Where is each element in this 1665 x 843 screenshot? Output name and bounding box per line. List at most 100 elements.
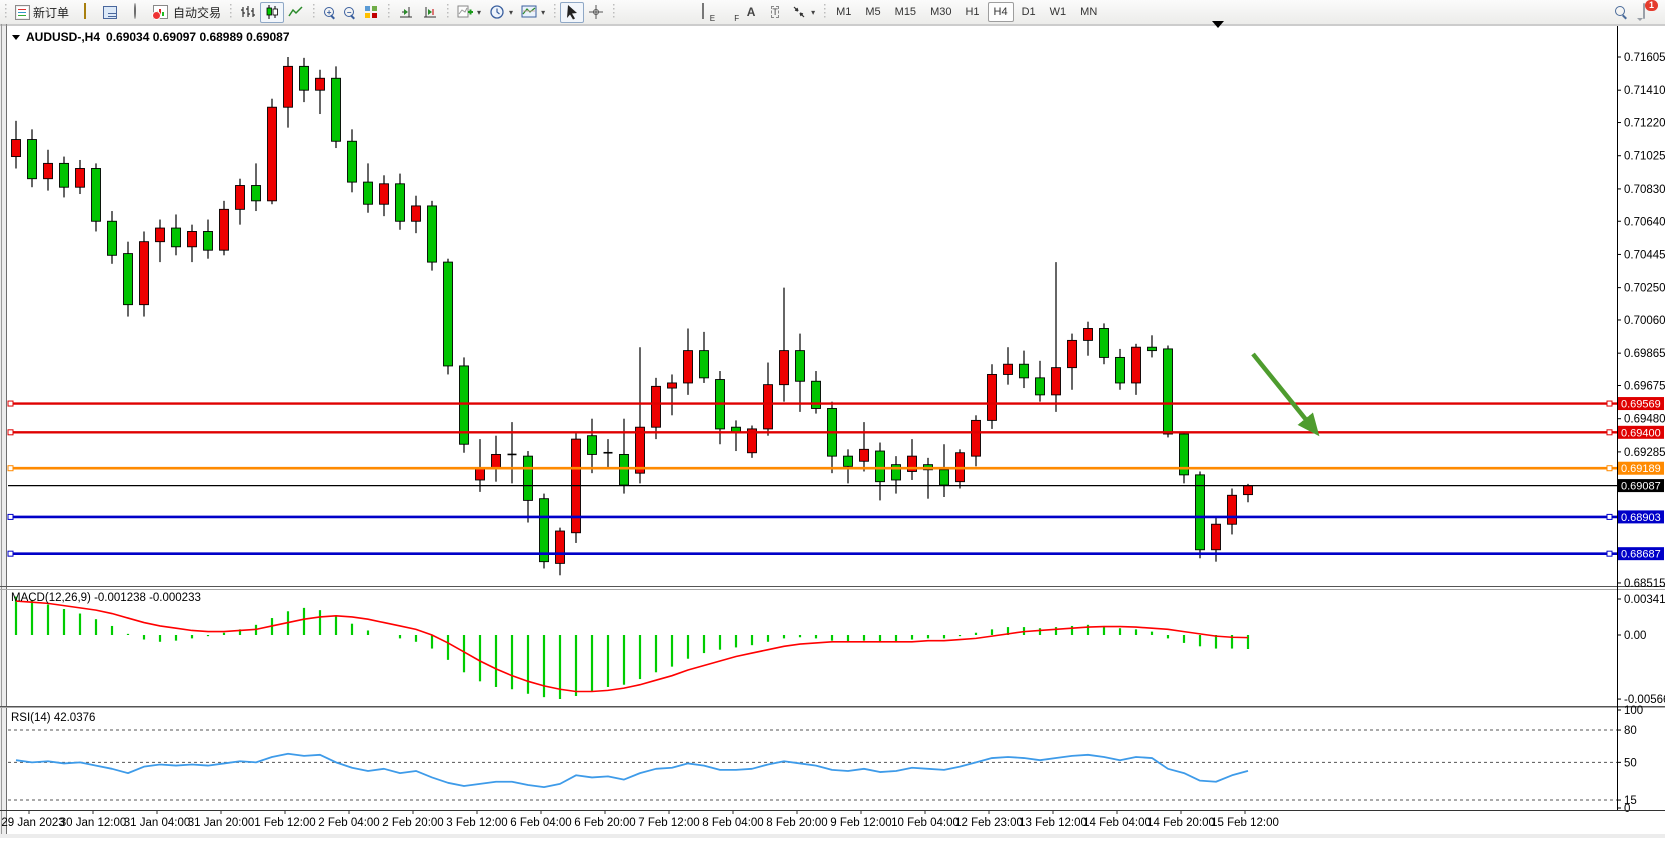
toolbar-grip[interactable] [311, 4, 316, 20]
indicators-icon [457, 4, 473, 20]
rsi-axis-label: 80 [1624, 725, 1637, 737]
text-label-tool-button[interactable]: T [763, 2, 787, 23]
toolbar-grip[interactable] [386, 4, 391, 20]
candle-down [540, 499, 549, 562]
hline-handle[interactable] [8, 514, 13, 519]
candle-down [332, 78, 341, 141]
timeframe-button-h1[interactable]: H1 [959, 2, 985, 22]
time-axis-label: 9 Feb 12:00 [830, 817, 891, 829]
hline-handle[interactable] [1607, 551, 1612, 556]
price-axis-label: 0.70250 [1624, 283, 1665, 295]
navigator-button[interactable] [123, 2, 147, 23]
toolbar-grip[interactable] [822, 4, 827, 20]
hline-handle[interactable] [8, 551, 13, 556]
hline-handle[interactable] [8, 401, 13, 406]
time-axis-label: 14 Feb 04:00 [1083, 817, 1151, 829]
crosshair-tool-button[interactable] [584, 2, 608, 23]
timeframe-button-h4[interactable]: H4 [988, 2, 1014, 22]
notification-badge: 1 [1645, 0, 1658, 11]
toolbar-grip[interactable] [3, 4, 8, 20]
timeframe-button-d1[interactable]: D1 [1016, 2, 1042, 22]
candle-up [1068, 340, 1077, 367]
timeframe-button-w1[interactable]: W1 [1044, 2, 1073, 22]
time-axis-label: 8 Feb 20:00 [766, 817, 827, 829]
notifications-button[interactable]: 1 [1631, 2, 1657, 23]
zoom-out-button[interactable]: − [339, 2, 359, 23]
candle-down [940, 470, 949, 485]
chart-shift-button[interactable] [418, 2, 442, 23]
price-line-label: 0.69189 [1621, 463, 1661, 475]
candle-up [1228, 495, 1237, 524]
horizontal-line-tool-button[interactable] [643, 2, 667, 23]
candle-down [124, 254, 133, 305]
candle-down [1100, 328, 1109, 357]
templates-button[interactable]: ▾ [517, 2, 549, 23]
channel-tool-button[interactable]: E [691, 2, 715, 23]
timeframe-button-mn[interactable]: MN [1074, 2, 1103, 22]
candlestick-chart-button[interactable] [260, 2, 284, 23]
time-axis-label: 31 Jan 20:00 [188, 817, 255, 829]
time-axis-label: 10 Feb 04:00 [891, 817, 959, 829]
price-axis-label: 0.69285 [1624, 447, 1665, 459]
toolbar-grip[interactable] [552, 4, 557, 20]
data-window-button[interactable] [97, 2, 123, 23]
macd-indicator-label: MACD(12,26,9) -0.001238 -0.000233 [11, 592, 201, 604]
chart-symbol-dropdown-icon[interactable] [12, 35, 20, 40]
indicators-dropdown-caret[interactable]: ▾ [477, 8, 481, 17]
candle-down [700, 351, 709, 378]
bar-chart-button[interactable] [236, 2, 260, 23]
templates-dropdown-caret[interactable]: ▾ [541, 8, 545, 17]
chart-symbol-period: AUDUSD-,H4 [26, 30, 100, 44]
candle-up [972, 420, 981, 456]
candle-down [1116, 357, 1125, 383]
arrows-tool-button[interactable]: ▾ [787, 2, 819, 23]
chart-ohlc-values: 0.69034 0.69097 0.68989 0.69087 [106, 30, 290, 44]
market-watch-button[interactable] [73, 2, 97, 23]
cursor-tool-button[interactable] [560, 2, 584, 23]
search-button[interactable] [1611, 2, 1631, 23]
time-axis-label: 7 Feb 12:00 [638, 817, 699, 829]
hline-handle[interactable] [1607, 466, 1612, 471]
price-axis-label: 0.69675 [1624, 381, 1665, 393]
auto-scroll-button[interactable] [394, 2, 418, 23]
hline-handle[interactable] [8, 430, 13, 435]
timeframe-button-m1[interactable]: M1 [830, 2, 857, 22]
rsi-indicator-label: RSI(14) 42.0376 [11, 712, 95, 724]
arrows-dropdown-caret[interactable]: ▾ [811, 8, 815, 17]
hline-handle[interactable] [1607, 514, 1612, 519]
text-tool-button[interactable]: A [739, 2, 763, 23]
tile-windows-icon [365, 6, 377, 18]
chart-shift-icon [422, 4, 438, 20]
hline-handle[interactable] [1607, 430, 1612, 435]
time-axis-label: 13 Feb 12:00 [1019, 817, 1087, 829]
timeframe-button-m30[interactable]: M30 [924, 2, 957, 22]
new-order-button[interactable]: 新订单 [11, 2, 73, 23]
candle-down [108, 221, 117, 255]
toolbar-grip[interactable] [611, 4, 616, 20]
hline-handle[interactable] [8, 466, 13, 471]
periods-button[interactable]: ▾ [485, 2, 517, 23]
candle-up [636, 427, 645, 473]
hline-handle[interactable] [1607, 401, 1612, 406]
autotrading-button[interactable]: 自动交易 [147, 2, 225, 23]
candle-down [1148, 347, 1157, 350]
chart-canvas[interactable]: 0.695690.694000.691890.690870.689030.686… [0, 24, 1665, 838]
trendline-tool-button[interactable] [667, 2, 691, 23]
vertical-line-tool-button[interactable] [619, 2, 643, 23]
chat-bubble-icon: 1 [1635, 4, 1653, 20]
data-window-icon [103, 6, 117, 19]
timeframe-button-m15[interactable]: M15 [889, 2, 922, 22]
line-chart-button[interactable] [284, 2, 308, 23]
time-axis-label: 6 Feb 20:00 [574, 817, 635, 829]
periods-dropdown-caret[interactable]: ▾ [509, 8, 513, 17]
indicators-button[interactable]: ▾ [453, 2, 485, 23]
zoom-in-button[interactable]: + [319, 2, 339, 23]
time-axis-label: 12 Feb 23:00 [955, 817, 1023, 829]
fibonacci-tool-button[interactable]: F [715, 2, 739, 23]
candle-down [444, 262, 453, 366]
toolbar-grip[interactable] [445, 4, 450, 20]
toolbar-grip[interactable] [228, 4, 233, 20]
timeframe-button-m5[interactable]: M5 [859, 2, 886, 22]
tile-windows-button[interactable] [359, 2, 383, 23]
search-icon [1615, 6, 1627, 18]
